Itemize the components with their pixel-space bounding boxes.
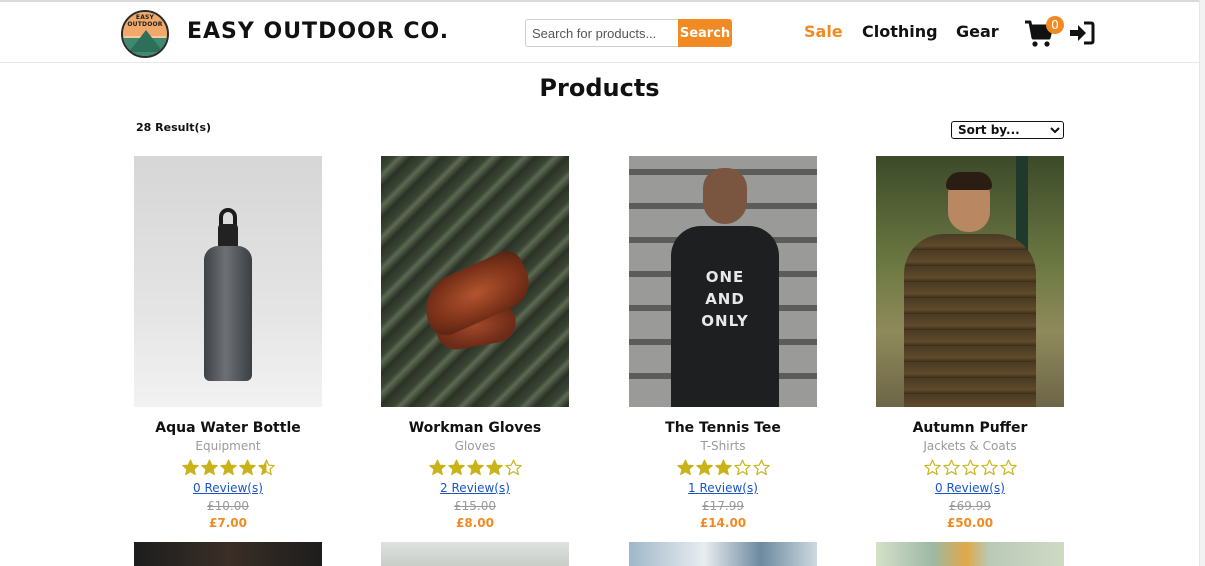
product-card[interactable]: ONE AND ONLY The Tennis Tee T-Shirts 1 R…	[629, 156, 817, 530]
star-filled-icon	[447, 459, 465, 476]
star-empty-icon	[752, 459, 770, 476]
star-rating	[381, 459, 569, 477]
star-empty-icon	[961, 459, 979, 476]
sale-price: £50.00	[946, 516, 994, 530]
tshirt-print-line: AND	[705, 290, 745, 308]
sign-in-icon	[1070, 21, 1095, 45]
reviews-link[interactable]: 0 Review(s)	[935, 481, 1005, 495]
logo-mountain	[129, 30, 163, 52]
product-card[interactable]: Aqua Water Bottle Equipment 0 Review(s) …	[134, 156, 322, 530]
product-name[interactable]: The Tennis Tee	[629, 420, 817, 436]
model-head	[703, 168, 747, 224]
tshirt-print-line: ONE	[705, 268, 745, 286]
login-button[interactable]	[1069, 21, 1095, 45]
nav-sale[interactable]: Sale	[804, 22, 843, 41]
product-image-partial[interactable]	[629, 542, 817, 566]
product-image-partial[interactable]	[876, 542, 1064, 566]
tshirt-print-line: ONLY	[701, 312, 749, 330]
reviews-link[interactable]: 0 Review(s)	[193, 481, 263, 495]
product-name[interactable]: Workman Gloves	[381, 420, 569, 436]
star-half-icon	[257, 459, 275, 476]
jacket-shape	[904, 234, 1036, 407]
star-filled-icon	[428, 459, 446, 476]
star-empty-icon	[733, 459, 751, 476]
star-rating	[134, 459, 322, 477]
star-filled-icon	[466, 459, 484, 476]
product-image-partial[interactable]	[134, 542, 322, 566]
product-card[interactable]: Workman Gloves Gloves 2 Review(s) £15.00…	[381, 156, 569, 530]
star-filled-icon	[676, 459, 694, 476]
star-empty-icon	[504, 459, 522, 476]
product-category: Equipment	[195, 439, 261, 453]
product-image-partial[interactable]	[381, 542, 569, 566]
reviews-link[interactable]: 1 Review(s)	[688, 481, 758, 495]
logo-text: EASY OUTDOOR	[127, 14, 163, 28]
product-image[interactable]	[876, 156, 1064, 407]
original-price: £15.00	[454, 499, 496, 513]
brand-logo[interactable]: EASY OUTDOOR	[121, 10, 169, 58]
original-price: £17.99	[702, 499, 744, 513]
cart-button[interactable]: 0	[1024, 16, 1064, 48]
reviews-link[interactable]: 2 Review(s)	[440, 481, 510, 495]
site-header: EASY OUTDOOR EASY OUTDOOR CO. Search Sal…	[0, 2, 1199, 63]
model-hair	[946, 172, 992, 190]
sale-price: £14.00	[699, 516, 747, 530]
star-filled-icon	[219, 459, 237, 476]
star-filled-icon	[714, 459, 732, 476]
original-price: £10.00	[207, 499, 249, 513]
product-image[interactable]	[381, 156, 569, 407]
page-title: Products	[539, 74, 660, 102]
sort-select[interactable]: Sort by...	[951, 121, 1064, 139]
star-empty-icon	[942, 459, 960, 476]
product-category: Gloves	[454, 439, 496, 453]
star-rating	[629, 459, 817, 477]
bottle-body	[204, 246, 252, 381]
scrollbar[interactable]	[1199, 0, 1205, 566]
star-filled-icon	[695, 459, 713, 476]
sale-price: £7.00	[209, 516, 247, 530]
search-input[interactable]	[525, 19, 678, 47]
product-name[interactable]: Autumn Puffer	[876, 420, 1064, 436]
star-empty-icon	[923, 459, 941, 476]
tshirt-print: ONE AND ONLY	[679, 266, 771, 332]
star-filled-icon	[181, 459, 199, 476]
product-category: T-Shirts	[700, 439, 746, 453]
star-empty-icon	[999, 459, 1017, 476]
cart-count-badge: 0	[1046, 16, 1064, 34]
star-empty-icon	[980, 459, 998, 476]
nav-clothing[interactable]: Clothing	[862, 22, 938, 41]
product-image[interactable]: ONE AND ONLY	[629, 156, 817, 407]
search-button[interactable]: Search	[678, 19, 732, 47]
sale-price: £8.00	[456, 516, 494, 530]
product-name[interactable]: Aqua Water Bottle	[134, 420, 322, 436]
original-price: £69.99	[949, 499, 991, 513]
star-filled-icon	[238, 459, 256, 476]
star-rating	[876, 459, 1064, 477]
search-form: Search	[525, 19, 732, 47]
product-image[interactable]	[134, 156, 322, 407]
result-count: 28 Result(s)	[136, 121, 212, 134]
nav-gear[interactable]: Gear	[956, 22, 999, 41]
product-card[interactable]: Autumn Puffer Jackets & Coats 0 Review(s…	[876, 156, 1064, 530]
star-filled-icon	[485, 459, 503, 476]
product-category: Jackets & Coats	[923, 439, 1017, 453]
star-filled-icon	[200, 459, 218, 476]
brand-name[interactable]: EASY OUTDOOR CO.	[187, 19, 449, 44]
